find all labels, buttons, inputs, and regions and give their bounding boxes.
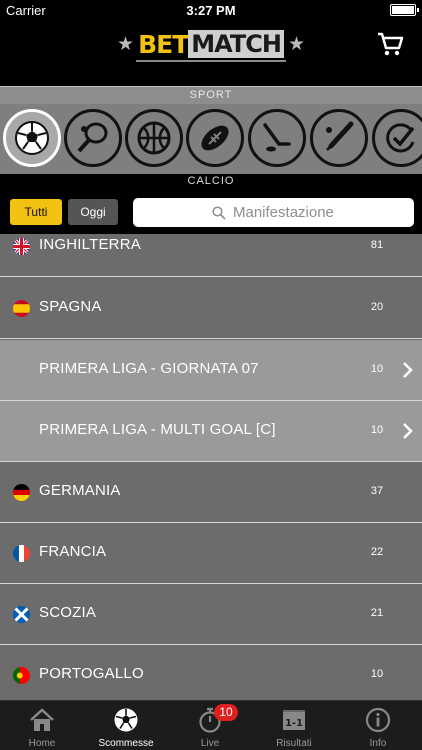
list-item-count: 21 <box>370 607 384 619</box>
hockey-icon <box>263 123 291 152</box>
sport-tennis-button[interactable] <box>64 109 122 167</box>
list-item[interactable]: INGHILTERRA 81 <box>0 234 422 277</box>
sport-section-label: SPORT <box>0 86 422 104</box>
list-item[interactable]: FRANCIA 22 <box>0 523 422 584</box>
sport-soccer-button[interactable] <box>3 109 61 167</box>
list-item-label: FRANCIA <box>39 543 107 560</box>
other-sport-icon <box>386 123 415 153</box>
svg-text:1-1: 1-1 <box>285 718 303 729</box>
search-placeholder: Manifestazione <box>233 204 334 221</box>
clock: 3:27 PM <box>186 3 236 18</box>
list-item[interactable]: PORTOGALLO 10 <box>0 645 422 700</box>
tab-label: Scommesse <box>98 738 154 749</box>
list-item-sub[interactable]: PRIMERA LIGA - GIORNATA 07 10 <box>0 340 422 401</box>
battery-icon <box>390 4 419 16</box>
list-item-count: 20 <box>370 301 384 313</box>
tab-scommesse[interactable]: Scommesse <box>84 701 168 750</box>
list-item-count: 10 <box>370 668 384 680</box>
cart-icon[interactable] <box>376 30 404 58</box>
list-item-label: SCOZIA <box>39 604 97 621</box>
sport-other-button[interactable] <box>372 109 422 167</box>
tab-info[interactable]: Info <box>336 701 420 750</box>
tab-home[interactable]: Home <box>0 701 84 750</box>
france-flag-icon <box>13 545 30 562</box>
list-item-label: SPAGNA <box>39 298 102 315</box>
scotland-flag-icon <box>13 606 30 623</box>
list-item-count: 10 <box>370 363 384 375</box>
baseball-icon <box>326 121 354 151</box>
logo-match-text: MATCH <box>188 30 284 58</box>
all-filter-button[interactable]: Tutti <box>10 199 62 225</box>
soccer-ball-icon <box>114 708 138 732</box>
list-item[interactable]: SCOZIA 21 <box>0 584 422 645</box>
search-icon <box>212 206 226 220</box>
betmatch-logo: ★ BET MATCH ★ <box>117 25 305 63</box>
uk-flag-icon <box>13 238 30 255</box>
american-football-icon <box>201 125 229 151</box>
league-list[interactable]: INGHILTERRA 81 SPAGNA 20 PRIMERA LIGA - … <box>0 234 422 700</box>
sport-baseball-button[interactable] <box>310 109 368 167</box>
list-item-label: PRIMERA LIGA - GIORNATA 07 <box>39 360 259 377</box>
list-item[interactable]: SPAGNA 20 <box>0 278 422 339</box>
filter-bar: Tutti Oggi Manifestazione <box>0 190 422 234</box>
status-bar: Carrier 3:27 PM <box>0 0 422 20</box>
logo-underline <box>136 60 286 62</box>
list-item-label: PRIMERA LIGA - MULTI GOAL [C] <box>39 421 276 438</box>
list-item-sub[interactable]: PRIMERA LIGA - MULTI GOAL [C] 10 <box>0 401 422 462</box>
tab-bar: Home Scommesse 10 Live 1-1 Risultati Inf <box>0 700 422 750</box>
list-item-count: 81 <box>370 239 384 251</box>
logo-bet-text: BET <box>138 29 189 59</box>
star-icon: ★ <box>117 33 135 55</box>
portugal-flag-icon <box>13 667 30 684</box>
home-icon <box>30 708 54 731</box>
basketball-icon <box>137 121 171 155</box>
tab-label: Risultati <box>276 738 312 749</box>
search-input[interactable]: Manifestazione <box>133 198 414 227</box>
chevron-right-icon <box>403 423 413 439</box>
list-item-count: 37 <box>370 485 384 497</box>
tab-label: Home <box>28 738 56 749</box>
sport-hockey-button[interactable] <box>248 109 306 167</box>
soccer-ball-icon <box>15 121 49 155</box>
today-filter-button[interactable]: Oggi <box>68 199 118 225</box>
tennis-icon <box>77 122 108 153</box>
list-item-count: 10 <box>370 424 384 436</box>
list-item-label: INGHILTERRA <box>39 236 141 253</box>
tab-label: Live <box>200 738 220 749</box>
info-icon <box>365 707 391 733</box>
chevron-right-icon <box>403 362 413 378</box>
sport-basketball-button[interactable] <box>125 109 183 167</box>
spain-flag-icon <box>13 300 30 317</box>
tab-label: Info <box>369 738 387 749</box>
app-header: ★ BET MATCH ★ <box>0 20 422 86</box>
sport-american-football-button[interactable] <box>186 109 244 167</box>
live-count-badge: 10 <box>214 704 238 721</box>
list-item-label: GERMANIA <box>39 482 121 499</box>
list-item[interactable]: GERMANIA 37 <box>0 462 422 523</box>
tab-risultati[interactable]: 1-1 Risultati <box>252 701 336 750</box>
list-item-count: 22 <box>370 546 384 558</box>
list-item-label: PORTOGALLO <box>39 665 144 682</box>
star-icon: ★ <box>287 33 305 55</box>
tab-live[interactable]: 10 Live <box>168 701 252 750</box>
sport-carousel[interactable] <box>0 104 422 174</box>
scoreboard-icon: 1-1 <box>283 710 305 730</box>
germany-flag-icon <box>13 484 30 501</box>
selected-sport-label: CALCIO <box>0 174 422 190</box>
